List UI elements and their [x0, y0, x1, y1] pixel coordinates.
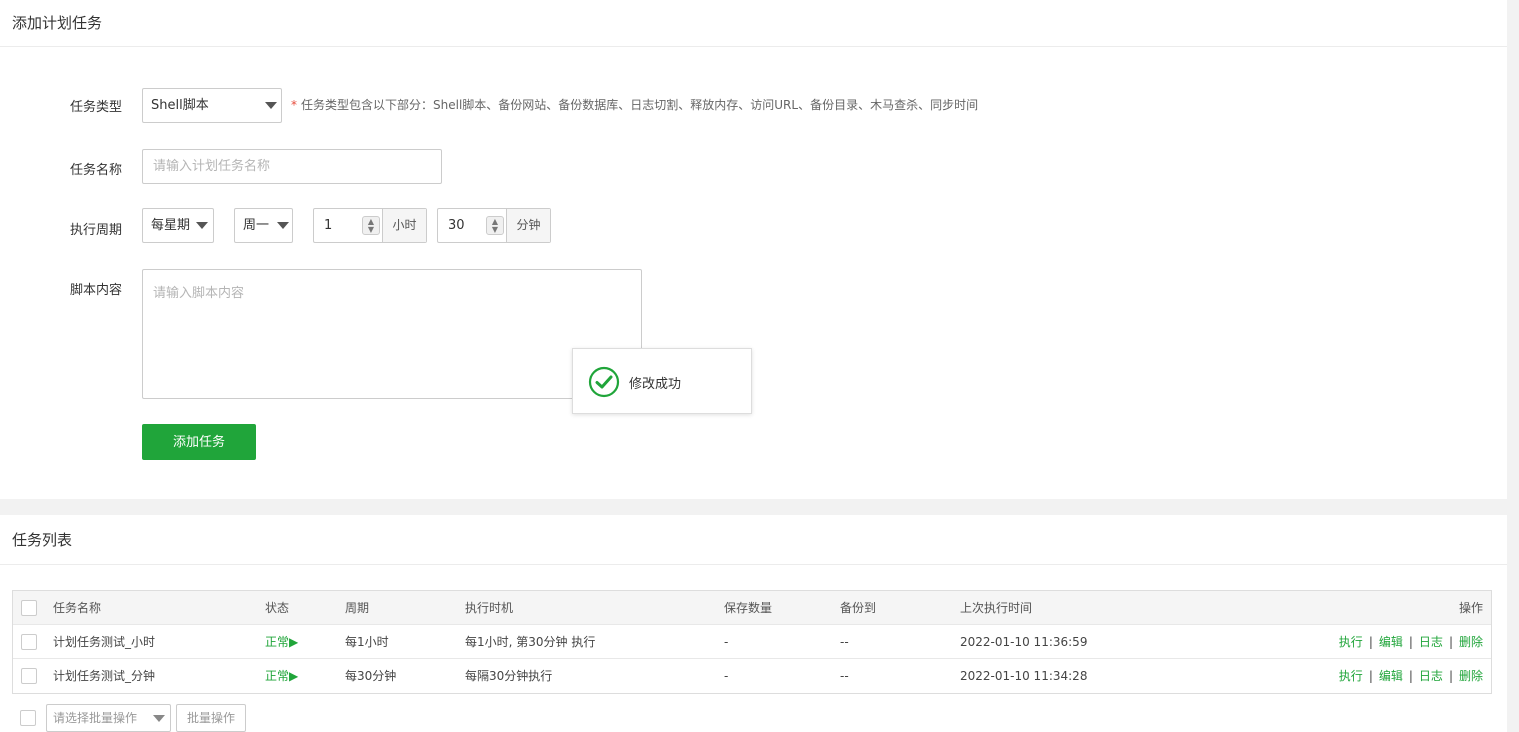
toast-message: 修改成功 [629, 377, 682, 392]
cycle-label: 执行周期 [70, 223, 123, 238]
ops-separator: | [1408, 669, 1413, 683]
task-name-label: 任务名称 [70, 163, 123, 178]
col-backup-to: 备份到 [840, 601, 877, 615]
spinner-arrows-icon[interactable]: ▲ ▼ [362, 216, 380, 235]
minute-stepper[interactable]: 30 ▲ ▼ 分钟 [437, 208, 551, 243]
success-check-icon [588, 366, 620, 398]
task-backup-to: -- [840, 635, 849, 649]
col-name: 任务名称 [53, 601, 102, 615]
hour-stepper[interactable]: 1 ▲ ▼ 小时 [313, 208, 427, 243]
task-list-panel: 任务列表 任务名称 状态 周期 执行时机 保存数量 备份到 上次执行时间 操作 … [0, 515, 1507, 732]
col-ops: 操作 [1458, 601, 1483, 615]
chevron-down-icon [277, 222, 289, 229]
chevron-down-icon [196, 222, 208, 229]
delete-link[interactable]: 删除 [1459, 635, 1483, 649]
table-header-row: 任务名称 状态 周期 执行时机 保存数量 备份到 上次执行时间 操作 [13, 591, 1491, 625]
log-link[interactable]: 日志 [1419, 635, 1443, 649]
delete-link[interactable]: 删除 [1459, 669, 1483, 683]
chevron-down-icon [153, 715, 165, 722]
status-badge[interactable]: 正常▶ [265, 625, 298, 659]
task-type-hint-text: 任务类型包含以下部分：Shell脚本、备份网站、备份数据库、日志切割、释放内存、… [301, 98, 979, 112]
ops-separator: | [1368, 669, 1373, 683]
batch-action-placeholder: 请选择批量操作 [53, 711, 138, 725]
col-timing: 执行时机 [465, 601, 514, 615]
select-all-checkbox[interactable] [21, 600, 37, 616]
add-task-title: 添加计划任务 [0, 0, 1507, 47]
task-table: 任务名称 状态 周期 执行时机 保存数量 备份到 上次执行时间 操作 计划任务测… [12, 590, 1492, 694]
batch-action-button[interactable]: 批量操作 [176, 704, 246, 732]
cycle-type-select[interactable]: 每星期 [142, 208, 214, 243]
ops-separator: | [1408, 635, 1413, 649]
cycle-weekday-select[interactable]: 周一 [234, 208, 293, 243]
task-last-run: 2022-01-10 11:36:59 [960, 635, 1088, 649]
edit-link[interactable]: 编辑 [1379, 669, 1403, 683]
col-status: 状态 [265, 601, 290, 615]
table-row: 计划任务测试_分钟 正常▶ 每30分钟 每隔30分钟执行 - -- 2022-0… [13, 659, 1491, 693]
add-task-panel: 添加计划任务 任务类型 Shell脚本 * 任务类型包含以下部分：Shell脚本、… [0, 0, 1507, 499]
row-ops: 执行 | 编辑 | 日志 | 删除 [1339, 625, 1483, 659]
hour-value: 1 [324, 218, 333, 233]
log-link[interactable]: 日志 [1419, 669, 1443, 683]
minute-value: 30 [448, 218, 465, 233]
add-task-button[interactable]: 添加任务 [142, 424, 256, 460]
status-badge[interactable]: 正常▶ [265, 659, 298, 693]
task-timing: 每隔30分钟执行 [465, 669, 553, 683]
chevron-down-icon [265, 102, 277, 109]
script-label: 脚本内容 [70, 283, 123, 298]
spinner-arrows-icon[interactable]: ▲ ▼ [486, 216, 504, 235]
success-toast: 修改成功 [572, 348, 752, 414]
task-name: 计划任务测试_分钟 [53, 669, 156, 683]
task-list-title: 任务列表 [0, 515, 1507, 565]
task-cycle: 每1小时 [345, 635, 389, 649]
cycle-type-value: 每星期 [151, 218, 191, 233]
col-last-run: 上次执行时间 [960, 601, 1033, 615]
col-cycle: 周期 [345, 601, 370, 615]
task-save-count: - [724, 635, 729, 649]
task-save-count: - [724, 669, 729, 683]
task-name: 计划任务测试_小时 [53, 635, 156, 649]
minute-unit: 分钟 [506, 209, 550, 242]
row-ops: 执行 | 编辑 | 日志 | 删除 [1339, 659, 1483, 693]
task-name-input[interactable] [142, 149, 442, 184]
task-type-hint: * 任务类型包含以下部分：Shell脚本、备份网站、备份数据库、日志切割、释放内存… [291, 96, 978, 113]
row-checkbox[interactable] [21, 668, 37, 684]
task-last-run: 2022-01-10 11:34:28 [960, 669, 1088, 683]
batch-select-all-checkbox[interactable] [20, 710, 36, 726]
table-row: 计划任务测试_小时 正常▶ 每1小时 每1小时, 第30分钟 执行 - -- 2… [13, 625, 1491, 659]
batch-action-select[interactable]: 请选择批量操作 [46, 704, 171, 732]
required-star: * [291, 98, 297, 112]
task-type-value: Shell脚本 [151, 98, 209, 113]
ops-separator: | [1368, 635, 1373, 649]
hour-unit: 小时 [382, 209, 426, 242]
task-backup-to: -- [840, 669, 849, 683]
task-type-label: 任务类型 [70, 100, 123, 115]
run-link[interactable]: 执行 [1339, 635, 1363, 649]
row-checkbox[interactable] [21, 634, 37, 650]
run-link[interactable]: 执行 [1339, 669, 1363, 683]
task-timing: 每1小时, 第30分钟 执行 [465, 635, 596, 649]
col-save-count: 保存数量 [724, 601, 773, 615]
ops-separator: | [1448, 635, 1453, 649]
task-type-select[interactable]: Shell脚本 [142, 88, 282, 123]
edit-link[interactable]: 编辑 [1379, 635, 1403, 649]
task-cycle: 每30分钟 [345, 669, 397, 683]
cycle-weekday-value: 周一 [243, 218, 270, 233]
script-textarea[interactable] [142, 269, 642, 399]
ops-separator: | [1448, 669, 1453, 683]
